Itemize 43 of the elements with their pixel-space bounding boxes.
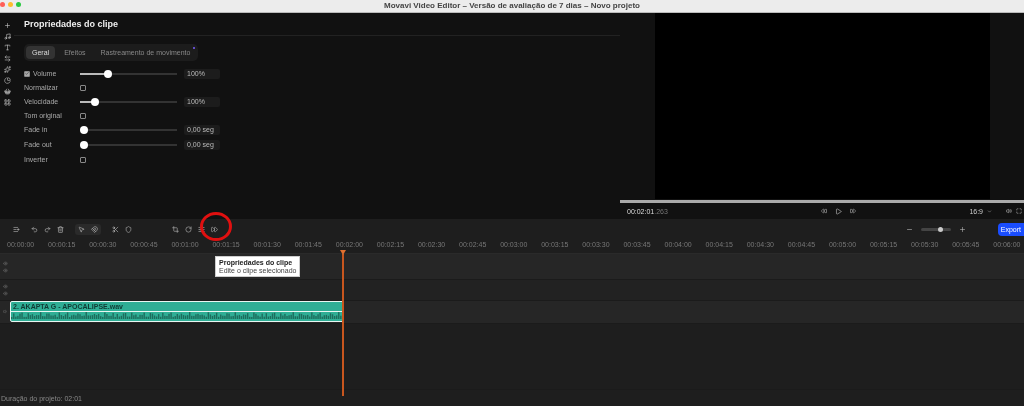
slider[interactable] bbox=[80, 140, 177, 149]
trash-icon[interactable] bbox=[57, 225, 64, 233]
slider-thumb[interactable] bbox=[80, 125, 88, 134]
scissors-icon[interactable] bbox=[112, 225, 119, 233]
panel-title: Propriedades do clipe bbox=[14, 12, 620, 36]
slider-thumb[interactable] bbox=[90, 97, 99, 106]
slider[interactable] bbox=[80, 125, 177, 134]
magnet-icon[interactable] bbox=[91, 225, 98, 233]
checkbox[interactable] bbox=[80, 156, 86, 163]
slider-thumb[interactable] bbox=[104, 69, 112, 78]
sparkles-icon[interactable] bbox=[3, 65, 11, 73]
window-title: Movavi Video Editor – Versão de avaliação de 7 dias – Novo projeto bbox=[384, 1, 640, 11]
transition-icon[interactable] bbox=[3, 54, 11, 62]
slider-thumb[interactable] bbox=[80, 140, 88, 149]
volume-icon[interactable] bbox=[1006, 208, 1012, 215]
rewind-icon[interactable] bbox=[821, 208, 828, 215]
redo-icon[interactable] bbox=[44, 225, 51, 233]
fullscreen-icon[interactable] bbox=[1016, 208, 1022, 215]
checkbox[interactable] bbox=[24, 70, 30, 77]
zoom-in-icon[interactable] bbox=[958, 225, 966, 233]
music-icon[interactable] bbox=[3, 32, 11, 40]
add-track-icon[interactable] bbox=[13, 225, 20, 233]
rotate-icon[interactable] bbox=[185, 225, 192, 233]
text-icon[interactable] bbox=[3, 43, 11, 51]
speed-icon[interactable] bbox=[211, 225, 218, 233]
pie-chart-icon[interactable] bbox=[3, 76, 11, 84]
crop-icon[interactable] bbox=[172, 225, 179, 233]
zoom-slider[interactable] bbox=[920, 227, 951, 231]
grid-icon[interactable] bbox=[3, 98, 11, 106]
checkbox[interactable] bbox=[80, 84, 86, 91]
basket-icon[interactable] bbox=[3, 87, 11, 95]
slider[interactable] bbox=[80, 69, 177, 78]
slider[interactable] bbox=[80, 97, 177, 106]
highlight-circle bbox=[200, 212, 232, 241]
play-icon[interactable] bbox=[835, 207, 843, 215]
undo-icon[interactable] bbox=[31, 225, 38, 233]
settings-icon[interactable] bbox=[198, 225, 205, 233]
shield-icon[interactable] bbox=[125, 225, 132, 233]
fast-forward-icon[interactable] bbox=[850, 208, 857, 215]
plus-icon[interactable] bbox=[3, 21, 11, 29]
pointer-icon[interactable] bbox=[78, 225, 85, 233]
checkbox[interactable] bbox=[80, 112, 86, 119]
playhead-marker bbox=[340, 250, 346, 255]
